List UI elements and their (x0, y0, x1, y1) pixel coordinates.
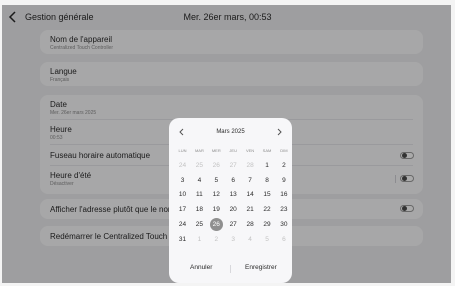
day-cell[interactable]: 18 (191, 204, 208, 216)
day-cell[interactable]: 24 (174, 160, 191, 172)
screen-frame (0, 0, 455, 5)
day-cell[interactable]: 20 (225, 204, 242, 216)
day-cell[interactable]: 16 (275, 189, 292, 201)
day-cell[interactable]: 2 (208, 234, 225, 246)
selected-day-cell[interactable]: 26 (208, 217, 225, 231)
day-cell[interactable]: 4 (191, 175, 208, 187)
day-cell[interactable]: 30 (275, 219, 292, 231)
day-cell[interactable]: 10 (174, 189, 191, 201)
day-cell[interactable]: 13 (225, 189, 242, 201)
day-cell[interactable]: 22 (259, 204, 276, 216)
settings-screen: Gestion générale Mer. 26er mars, 00:53 N… (0, 0, 455, 286)
day-cell[interactable]: 21 (242, 204, 259, 216)
day-cell[interactable]: 25 (191, 219, 208, 231)
screen-frame (0, 0, 2, 286)
save-button[interactable]: Enregistrer (245, 264, 277, 271)
day-cell[interactable]: 12 (208, 189, 225, 201)
calendar-grid: 24 25 26 27 28 1 2 3 4 5 6 7 8 9 10 11 12 13 14 15 16 17 18 19 2… (169, 118, 292, 258)
day-cell[interactable]: 3 (225, 234, 242, 246)
day-cell[interactable]: 3 (174, 175, 191, 187)
day-cell[interactable]: 1 (191, 234, 208, 246)
day-cell[interactable]: 6 (275, 234, 292, 246)
day-cell[interactable]: 28 (242, 219, 259, 231)
day-cell[interactable]: 17 (174, 204, 191, 216)
divider (230, 265, 231, 273)
date-picker-dialog: Mars 2025 LUN MAR MER JEU VEN SAM DIM 24 25 26 27… (169, 118, 292, 283)
day-cell[interactable]: 24 (174, 219, 191, 231)
day-cell[interactable]: 5 (259, 234, 276, 246)
day-cell[interactable]: 1 (259, 160, 276, 172)
cancel-button[interactable]: Annuler (190, 264, 212, 271)
day-cell[interactable]: 23 (275, 204, 292, 216)
day-cell[interactable]: 7 (242, 175, 259, 187)
screen-frame (451, 0, 455, 286)
day-cell[interactable]: 29 (259, 219, 276, 231)
day-cell[interactable]: 9 (275, 175, 292, 187)
day-cell[interactable]: 28 (242, 160, 259, 172)
day-cell[interactable]: 27 (225, 160, 242, 172)
day-cell[interactable]: 14 (242, 189, 259, 201)
day-cell[interactable]: 27 (225, 219, 242, 231)
day-cell[interactable]: 6 (225, 175, 242, 187)
day-cell[interactable]: 25 (191, 160, 208, 172)
day-cell[interactable]: 2 (275, 160, 292, 172)
day-cell[interactable]: 5 (208, 175, 225, 187)
day-cell[interactable]: 26 (208, 160, 225, 172)
day-cell[interactable]: 4 (242, 234, 259, 246)
day-cell[interactable]: 11 (191, 189, 208, 201)
day-cell[interactable]: 15 (259, 189, 276, 201)
day-cell[interactable]: 19 (208, 204, 225, 216)
day-cell[interactable]: 8 (259, 175, 276, 187)
day-cell[interactable]: 31 (174, 234, 191, 246)
